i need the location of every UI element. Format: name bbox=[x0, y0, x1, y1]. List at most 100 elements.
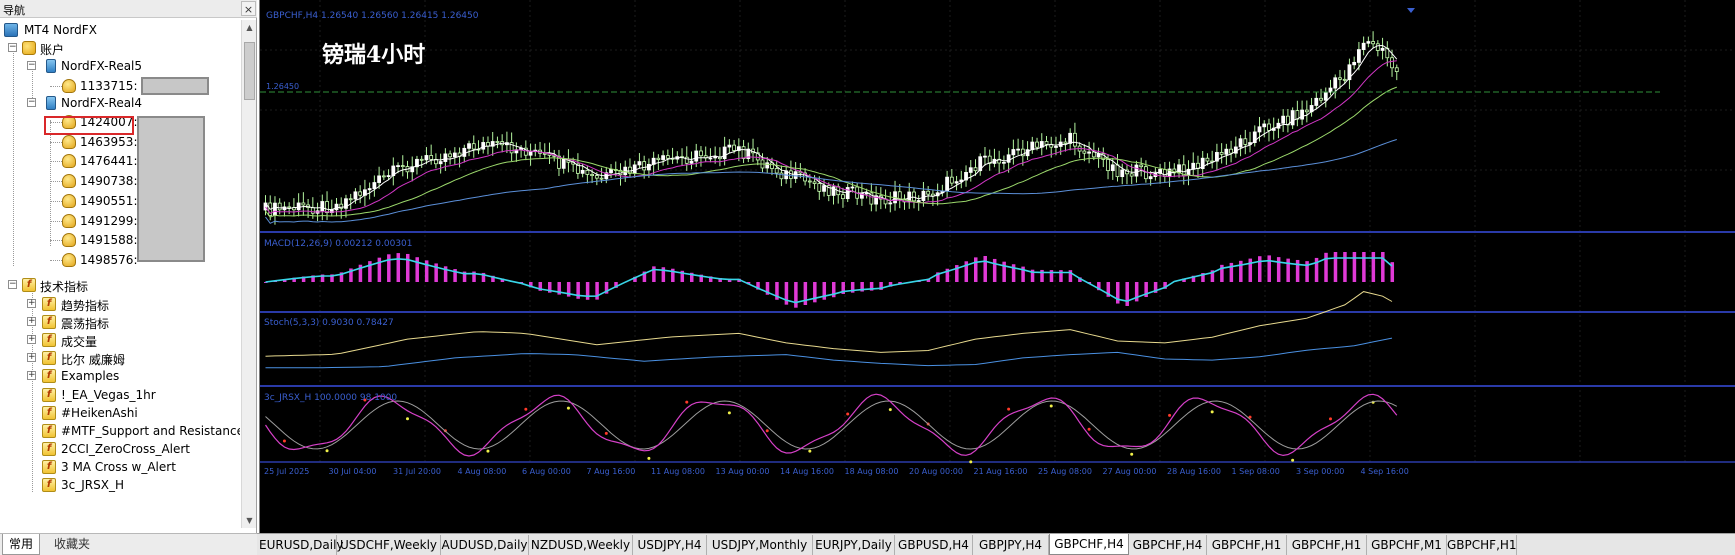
macd-bar bbox=[424, 260, 429, 282]
collapse-icon[interactable]: − bbox=[27, 98, 36, 107]
macd-bar bbox=[1267, 255, 1271, 282]
macd-bar bbox=[1362, 252, 1366, 282]
time-axis-label: 21 Aug 16:00 bbox=[974, 467, 1028, 476]
tab-common[interactable]: 常用 bbox=[2, 534, 41, 555]
stoch-main-line bbox=[265, 291, 1393, 357]
main-legend: GBPCHF,H4 1.26540 1.26560 1.26415 1.2645… bbox=[266, 11, 479, 21]
macd-bar bbox=[1333, 252, 1338, 282]
candle-body bbox=[310, 207, 315, 214]
chart-tab[interactable]: GBPCHF,H1 bbox=[1447, 535, 1517, 555]
candle-body bbox=[372, 182, 377, 189]
collapse-icon[interactable]: − bbox=[27, 61, 36, 70]
account-number: 1491299: bbox=[80, 214, 138, 228]
tree-accounts[interactable]: − 账户 bbox=[0, 38, 240, 58]
time-axis-label: 14 Aug 16:00 bbox=[780, 467, 834, 476]
candle-body bbox=[1129, 173, 1134, 177]
candle-body bbox=[765, 162, 770, 169]
collapse-icon[interactable]: − bbox=[8, 280, 17, 289]
chart-tab[interactable]: USDJPY,H4 bbox=[633, 535, 707, 555]
macd-bar bbox=[415, 257, 419, 282]
tree-indicator-group[interactable]: + f 成交量 bbox=[0, 330, 240, 350]
candle-body bbox=[1120, 169, 1125, 178]
tree-custom-indicator[interactable]: f 2CCI_ZeroCross_Alert bbox=[0, 439, 240, 459]
close-icon[interactable]: × bbox=[241, 1, 256, 16]
chart-window[interactable]: GBPCHF,H4 1.26540 1.26560 1.26415 1.2645… bbox=[259, 0, 1735, 533]
tree-root-label: MT4 NordFX bbox=[24, 23, 97, 37]
candle-body bbox=[296, 202, 301, 211]
candle-body bbox=[1361, 42, 1366, 50]
server-icon bbox=[46, 96, 56, 110]
indicator-icon: f bbox=[42, 406, 56, 420]
tree-custom-indicator[interactable]: f !_EA_Vegas_1hr bbox=[0, 385, 240, 405]
osc-signal-dot bbox=[727, 411, 731, 415]
tree-custom-indicator[interactable]: f 3c_JRSX_H bbox=[0, 475, 240, 495]
indicator-icon: f bbox=[42, 442, 56, 456]
expand-icon[interactable]: + bbox=[27, 353, 36, 362]
scroll-down-icon[interactable]: ▼ bbox=[242, 513, 257, 528]
candle-body bbox=[377, 175, 381, 183]
osc-signal-dot bbox=[846, 412, 850, 416]
tree-server[interactable]: − NordFX-Real4 bbox=[0, 93, 240, 113]
osc-signal-dot bbox=[1087, 427, 1091, 431]
chart-tab[interactable]: NZDUSD,Weekly bbox=[529, 535, 633, 555]
tree-indicator-group[interactable]: + f 震荡指标 bbox=[0, 312, 240, 332]
candle-body bbox=[779, 172, 784, 180]
tree-custom-indicator[interactable]: f #HeikenAshi bbox=[0, 403, 240, 423]
tree-indicator-group[interactable]: + f Examples bbox=[0, 366, 240, 386]
chart-tab[interactable]: GBPJPY,H4 bbox=[973, 535, 1049, 555]
expand-icon[interactable]: + bbox=[27, 299, 36, 308]
candle-body bbox=[954, 181, 959, 184]
chart-tabs-bar: EURUSD,Daily USDCHF,Weekly AUDUSD,Daily NZD… bbox=[257, 533, 1735, 555]
candle-body bbox=[1366, 41, 1371, 44]
expand-icon[interactable]: + bbox=[27, 335, 36, 344]
scroll-thumb[interactable] bbox=[244, 42, 255, 100]
osc-signal-dot bbox=[282, 439, 286, 443]
macd-bar bbox=[1381, 252, 1385, 282]
chart-tab[interactable]: GBPCHF,M1 bbox=[1367, 535, 1447, 555]
candle-body bbox=[580, 169, 585, 174]
expand-icon[interactable]: + bbox=[27, 317, 36, 326]
indicator-icon: f bbox=[42, 478, 56, 492]
tree-indicator-group[interactable]: + f 趋势指标 bbox=[0, 294, 240, 314]
tree-custom-indicator[interactable]: f 3 MA Cross w_Alert bbox=[0, 457, 240, 477]
chart-tab[interactable]: USDJPY,Monthly bbox=[707, 535, 813, 555]
scroll-up-icon[interactable]: ▲ bbox=[242, 20, 257, 35]
time-axis-label: 7 Aug 16:00 bbox=[587, 467, 636, 476]
candle-body bbox=[1087, 151, 1091, 154]
osc-signal-dot bbox=[566, 406, 570, 410]
candle-body bbox=[443, 153, 448, 162]
tree-guide bbox=[50, 201, 62, 202]
chart-tab[interactable]: USDCHF,Weekly bbox=[337, 535, 441, 555]
tree-indicators[interactable]: − f 技术指标 bbox=[0, 275, 240, 295]
candle-body bbox=[1082, 150, 1087, 154]
chart-tab[interactable]: GBPUSD,H4 bbox=[895, 535, 973, 555]
navigator-scrollbar[interactable]: ▲ ▼ bbox=[241, 20, 256, 528]
candle-body bbox=[1115, 164, 1120, 178]
chart-tab[interactable]: EURUSD,Daily bbox=[259, 535, 344, 555]
candle-body bbox=[467, 143, 471, 149]
candle-body bbox=[1073, 132, 1077, 147]
chart-tab[interactable]: GBPCHF,H1 bbox=[1207, 535, 1287, 555]
chart-canvas[interactable]: GBPCHF,H4 1.26540 1.26560 1.26415 1.2645… bbox=[260, 0, 1735, 533]
candle-body bbox=[1352, 61, 1357, 66]
chart-tab[interactable]: EURJPY,Daily bbox=[813, 535, 895, 555]
osc-signal-dot bbox=[765, 429, 769, 433]
tree-server[interactable]: − NordFX-Real5 bbox=[0, 56, 240, 76]
macd-bar bbox=[794, 282, 798, 308]
tab-favorites[interactable]: 收藏夹 bbox=[48, 534, 96, 555]
macd-bar bbox=[396, 253, 401, 282]
expand-icon[interactable]: + bbox=[27, 371, 36, 380]
tree-root[interactable]: MT4 NordFX bbox=[0, 20, 240, 40]
tree-custom-indicator[interactable]: f #MTF_Support and Resistance bbox=[0, 421, 240, 441]
candle-body bbox=[812, 181, 817, 184]
chart-shift-icon bbox=[1407, 8, 1415, 13]
indicator-icon: f bbox=[42, 388, 56, 402]
chart-tab[interactable]: GBPCHF,H4 bbox=[1049, 534, 1129, 555]
chart-tab[interactable]: GBPCHF,H1 bbox=[1287, 535, 1367, 555]
chart-tab[interactable]: GBPCHF,H4 bbox=[1129, 535, 1207, 555]
account-number: 1491588: bbox=[80, 233, 138, 247]
candle-body bbox=[277, 202, 282, 211]
chart-tab[interactable]: AUDUSD,Daily bbox=[441, 535, 529, 555]
collapse-icon[interactable]: − bbox=[8, 43, 17, 52]
tree-indicator-group[interactable]: + f 比尔 威廉姆 bbox=[0, 348, 240, 368]
